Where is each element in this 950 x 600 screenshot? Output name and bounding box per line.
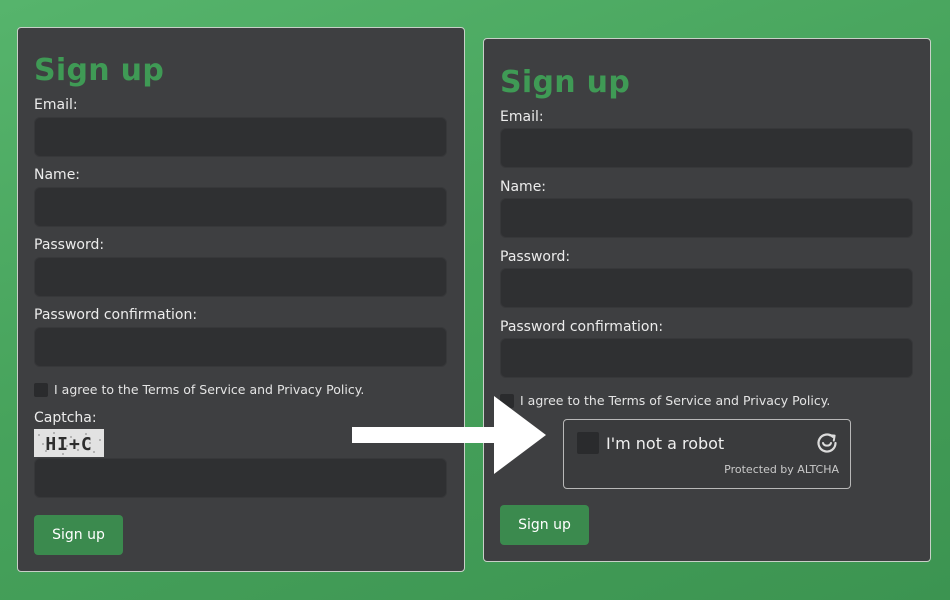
terms-label: I agree to the Terms of Service and Priv… (54, 382, 365, 397)
password-confirmation-label: Password confirmation: (34, 307, 198, 323)
form-title: Sign up (34, 53, 165, 88)
form-title: Sign up (500, 65, 631, 100)
captcha-noise: HI+C (34, 429, 104, 457)
captcha-image-text: HI+C (45, 434, 92, 455)
signup-form-classic: Sign up Email: Name: Password: Password … (17, 27, 465, 572)
email-field[interactable] (500, 128, 913, 168)
altcha-checkbox-label[interactable]: I'm not a robot (606, 434, 724, 453)
password-confirmation-label: Password confirmation: (500, 319, 664, 335)
signup-form-altcha: Sign up Email: Name: Password: Password … (483, 38, 931, 562)
altcha-widget: I'm not a robot Protected by ALTCHA (563, 419, 851, 489)
name-label: Name: (34, 167, 81, 183)
name-label: Name: (500, 179, 547, 195)
password-field[interactable] (34, 257, 447, 297)
altcha-checkbox[interactable] (577, 432, 599, 454)
password-label: Password: (34, 237, 105, 253)
email-label: Email: (34, 97, 78, 113)
signup-button[interactable]: Sign up (34, 515, 123, 555)
altcha-logo-icon (815, 431, 839, 455)
password-label: Password: (500, 249, 571, 265)
signup-button[interactable]: Sign up (500, 505, 589, 545)
terms-checkbox[interactable] (34, 382, 48, 397)
terms-label: I agree to the Terms of Service and Priv… (520, 393, 831, 408)
terms-agreement: I agree to the Terms of Service and Priv… (500, 393, 830, 408)
email-label: Email: (500, 109, 544, 125)
captcha-label: Captcha: (34, 410, 97, 426)
password-confirmation-field[interactable] (500, 338, 913, 378)
name-field[interactable] (34, 187, 447, 227)
captcha-image: HI+C (34, 429, 104, 457)
name-field[interactable] (500, 198, 913, 238)
password-field[interactable] (500, 268, 913, 308)
email-field[interactable] (34, 117, 447, 157)
altcha-protected-by: Protected by ALTCHA (724, 463, 839, 476)
password-confirmation-field[interactable] (34, 327, 447, 367)
right-arrow-icon (352, 396, 546, 474)
terms-agreement: I agree to the Terms of Service and Priv… (34, 382, 364, 397)
